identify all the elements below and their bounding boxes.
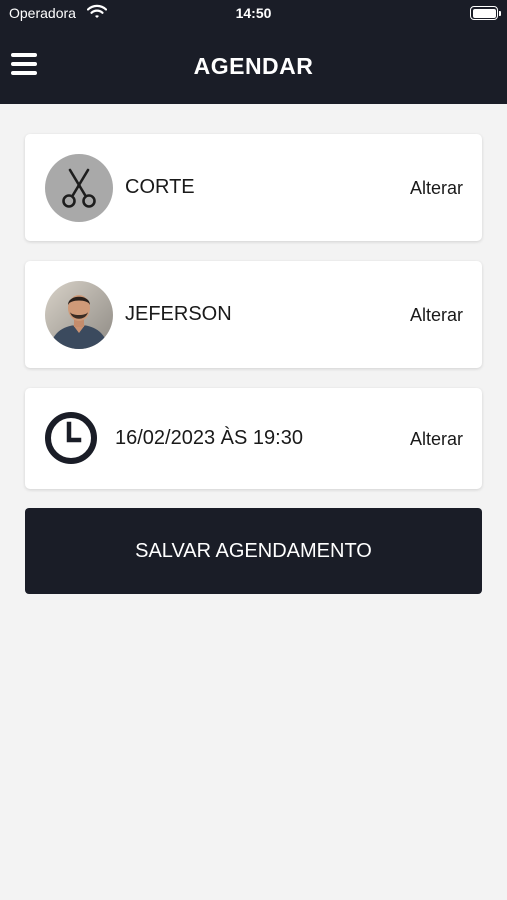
scissors-icon	[62, 168, 96, 208]
service-card[interactable]: CORTE Alterar	[25, 134, 482, 241]
datetime-value: 16/02/2023 ÀS 19:30	[115, 427, 303, 449]
change-service-link[interactable]: Alterar	[410, 178, 463, 199]
service-avatar	[45, 154, 113, 222]
change-barber-link[interactable]: Alterar	[410, 305, 463, 326]
barber-name: JEFERSON	[125, 303, 232, 325]
page-title: AGENDAR	[193, 53, 314, 79]
save-appointment-button[interactable]: SALVAR AGENDAMENTO	[25, 508, 482, 594]
status-time: 14:50	[235, 5, 272, 21]
status-bar: Operadora 14:50	[0, 0, 507, 28]
top-bar: Operadora 14:50 AGENDAR	[0, 0, 507, 104]
barber-card[interactable]: JEFERSON Alterar	[25, 261, 482, 368]
clock-icon	[44, 411, 98, 465]
service-name: CORTE	[125, 176, 195, 198]
datetime-card[interactable]: 16/02/2023 ÀS 19:30 Alterar	[25, 388, 482, 489]
barber-avatar	[45, 281, 113, 349]
battery-icon	[470, 6, 501, 20]
change-datetime-link[interactable]: Alterar	[410, 429, 463, 450]
